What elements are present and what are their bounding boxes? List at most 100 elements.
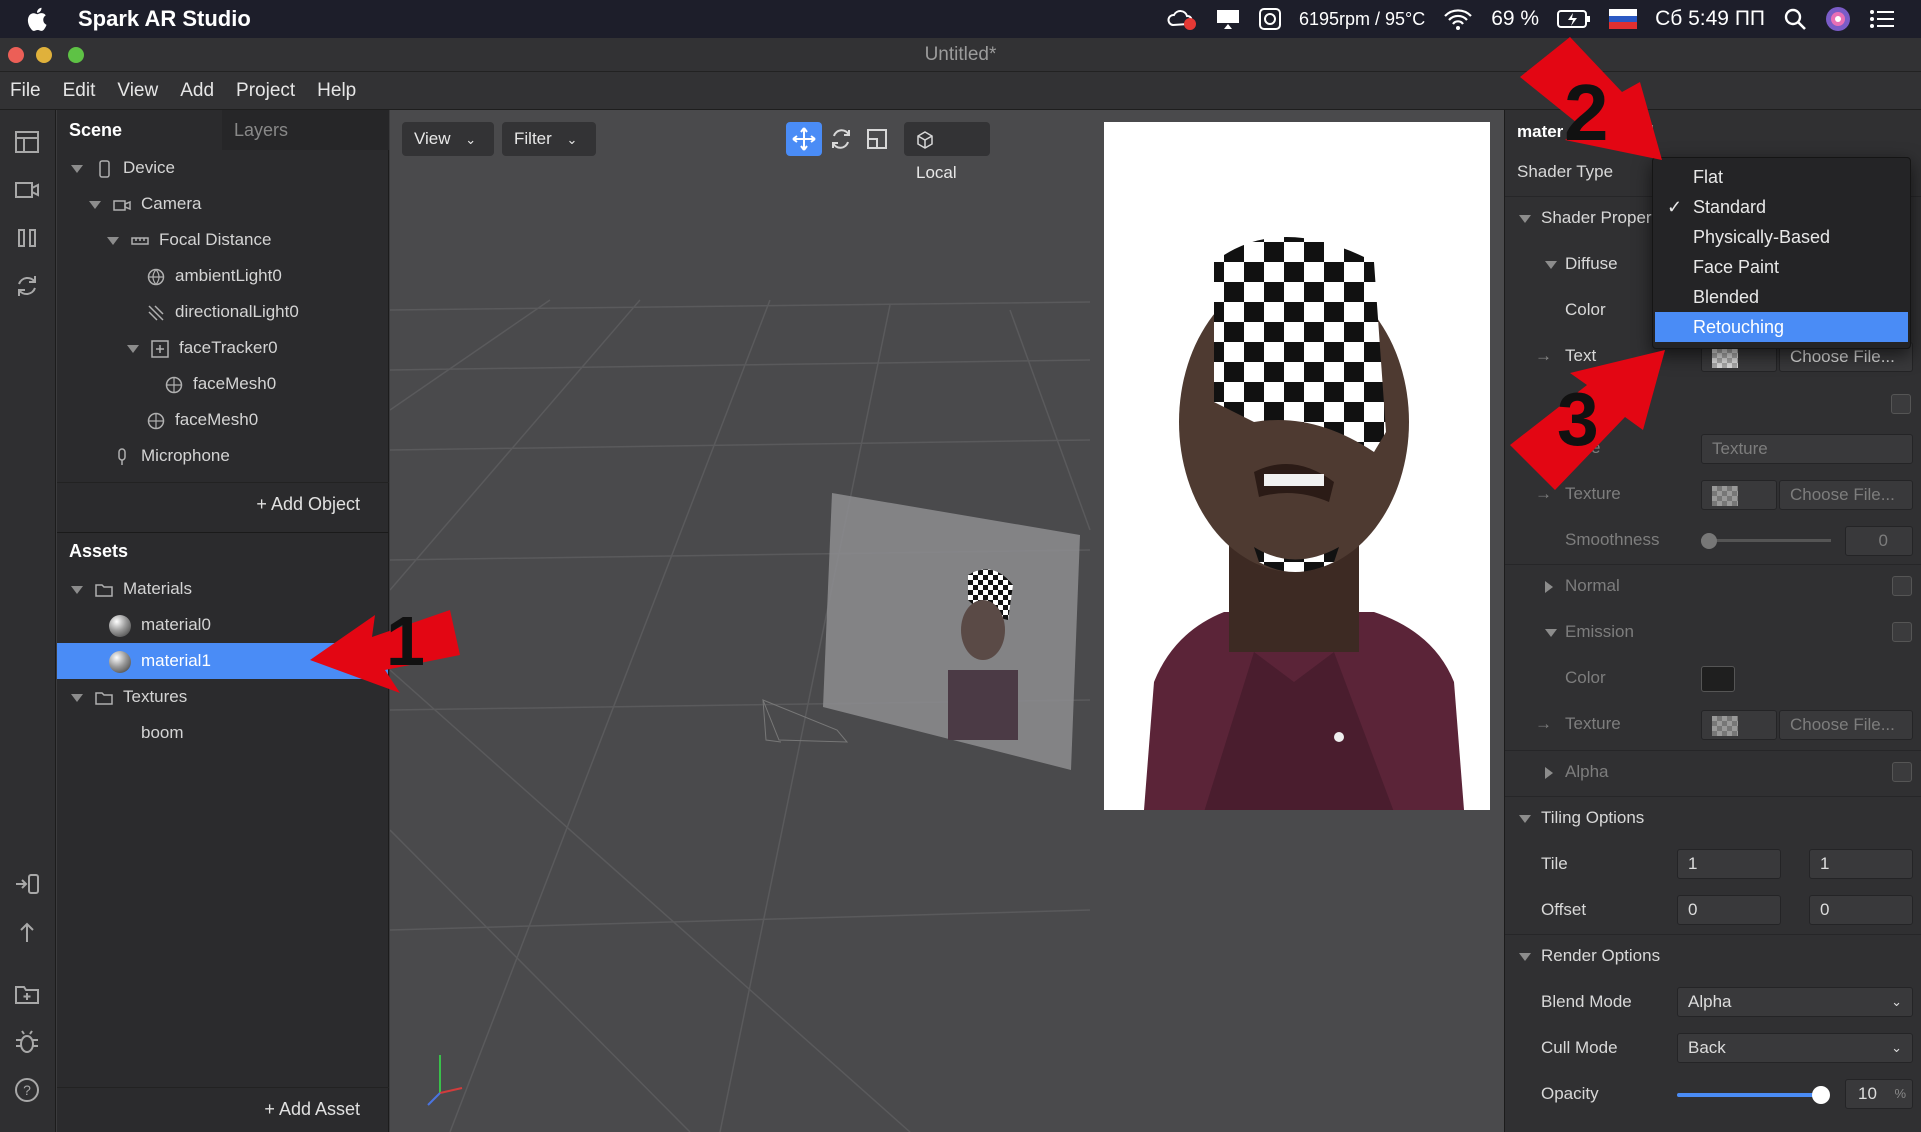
tree-item-boom[interactable]: boom (141, 715, 184, 751)
alpha-section[interactable]: Alpha (1505, 750, 1921, 794)
bug-icon[interactable] (13, 1028, 41, 1056)
collapse-triangle-icon[interactable] (107, 236, 119, 245)
normal-enable-checkbox[interactable] (1892, 576, 1912, 596)
option-retouching[interactable]: Retouching (1655, 312, 1908, 342)
normal-section[interactable]: Normal (1505, 564, 1921, 608)
siri-icon[interactable] (1825, 6, 1851, 32)
tree-item-textures-folder[interactable]: Textures (71, 679, 187, 715)
collapse-triangle-icon[interactable] (71, 585, 83, 594)
emission-section[interactable]: Emission (1505, 610, 1921, 654)
app-name[interactable]: Spark AR Studio (78, 6, 251, 32)
tab-layers[interactable]: Layers (222, 110, 389, 150)
refresh-icon[interactable] (13, 272, 41, 300)
tree-item-camera[interactable]: Camera (89, 186, 201, 222)
collapse-triangle-icon[interactable] (127, 344, 139, 353)
emission-color-swatch[interactable] (1701, 666, 1735, 692)
option-standard[interactable]: ✓ Standard (1655, 192, 1908, 222)
tab-scene[interactable]: Scene (57, 110, 222, 150)
display-icon[interactable] (1215, 8, 1241, 30)
opacity-slider[interactable] (1677, 1093, 1829, 1097)
collapse-triangle-icon[interactable] (1545, 628, 1557, 637)
expand-triangle-icon[interactable] (1545, 580, 1553, 593)
tree-item-face-tracker[interactable]: faceTracker0 (127, 330, 278, 366)
view-dropdown[interactable]: View ⌄ (402, 122, 494, 156)
offset-y-input[interactable]: 0 (1809, 895, 1913, 925)
collapse-triangle-icon[interactable] (1519, 952, 1531, 961)
collapse-triangle-icon[interactable] (1519, 214, 1531, 223)
option-physically-based[interactable]: Physically-Based (1655, 222, 1908, 252)
filter-dropdown[interactable]: Filter ⌄ (502, 122, 596, 156)
tiling-options-section[interactable]: Tiling Options (1505, 796, 1921, 840)
add-folder-icon[interactable] (13, 980, 41, 1008)
choose-file-button[interactable]: Choose File... (1779, 480, 1913, 510)
fan-icon[interactable] (1258, 8, 1281, 30)
tile-x-input[interactable]: 1 (1677, 849, 1781, 879)
option-flat[interactable]: Flat (1655, 162, 1908, 192)
offset-x-input[interactable]: 0 (1677, 895, 1781, 925)
choose-file-button[interactable]: Choose File... (1779, 710, 1913, 740)
section-enable-checkbox[interactable] (1891, 394, 1911, 414)
menu-file[interactable]: File (10, 80, 41, 102)
tree-item-face-mesh[interactable]: faceMesh0 (147, 402, 258, 438)
menu-project[interactable]: Project (236, 80, 295, 102)
tree-item-device[interactable]: Device (71, 150, 175, 186)
tree-item-microphone[interactable]: Microphone (113, 438, 230, 474)
scale-tool-button[interactable] (860, 122, 894, 156)
render-options-section[interactable]: Render Options (1505, 934, 1921, 978)
pause-icon[interactable] (13, 224, 41, 252)
collapse-triangle-icon[interactable] (71, 164, 83, 173)
video-icon[interactable] (13, 176, 41, 204)
local-space-button[interactable]: Local (904, 122, 990, 182)
wifi-icon[interactable] (1443, 8, 1473, 30)
texture-picker[interactable] (1701, 480, 1777, 510)
cull-mode-select[interactable]: Back ⌄ (1677, 1033, 1913, 1063)
notification-center-icon[interactable] (1869, 8, 1895, 30)
move-tool-button[interactable] (786, 122, 822, 156)
apple-icon[interactable] (24, 5, 52, 33)
upload-icon[interactable] (13, 918, 41, 946)
collapse-triangle-icon[interactable] (89, 200, 101, 209)
option-blended[interactable]: Blended (1655, 282, 1908, 312)
tile-y-input[interactable]: 1 (1809, 849, 1913, 879)
menu-edit[interactable]: Edit (63, 80, 96, 102)
collapse-triangle-icon[interactable] (1545, 260, 1557, 269)
tree-item-materials-folder[interactable]: Materials (71, 571, 192, 607)
menu-add[interactable]: Add (180, 80, 214, 102)
emission-enable-checkbox[interactable] (1892, 622, 1912, 642)
expand-triangle-icon[interactable] (1545, 766, 1553, 779)
add-object-button[interactable]: + Add Object (256, 494, 360, 515)
device-preview[interactable] (1104, 122, 1490, 810)
tree-item-ambient-light[interactable]: ambientLight0 (147, 258, 282, 294)
material-sphere-icon (109, 650, 131, 673)
slider-thumb[interactable] (1701, 533, 1717, 549)
menu-view[interactable]: View (117, 80, 158, 102)
slider-thumb[interactable] (1812, 1086, 1831, 1104)
russian-flag-icon[interactable] (1609, 9, 1638, 29)
add-asset-button[interactable]: + Add Asset (264, 1099, 360, 1120)
link-arrow-icon[interactable]: → (1535, 714, 1552, 734)
send-to-device-icon[interactable] (13, 870, 41, 898)
tree-item-focal-distance[interactable]: Focal Distance (107, 222, 271, 258)
cloud-sync-icon[interactable] (1167, 7, 1197, 31)
collapse-triangle-icon[interactable] (71, 693, 83, 702)
menu-help[interactable]: Help (317, 80, 356, 102)
smoothness-slider[interactable] (1701, 539, 1831, 542)
spotlight-search-icon[interactable] (1783, 7, 1807, 31)
rotate-tool-button[interactable] (824, 122, 858, 156)
opacity-value-input[interactable]: 10% (1845, 1079, 1913, 1109)
smoothness-value[interactable]: 0 (1845, 526, 1913, 556)
collapse-triangle-icon[interactable] (1519, 814, 1531, 823)
battery-icon[interactable] (1557, 9, 1591, 29)
texture-picker[interactable] (1701, 710, 1777, 740)
clock[interactable]: Сб 5:49 ПП (1655, 7, 1765, 31)
blend-mode-select[interactable]: Alpha ⌄ (1677, 987, 1913, 1017)
tree-item-face-mesh-child[interactable]: faceMesh0 (165, 366, 276, 402)
tree-item-directional-light[interactable]: directionalLight0 (147, 294, 299, 330)
alpha-enable-checkbox[interactable] (1892, 762, 1912, 782)
help-icon[interactable]: ? (13, 1076, 41, 1104)
tree-item-material0[interactable]: material0 (109, 607, 211, 643)
scene-tabs: Scene Layers (57, 110, 389, 150)
layout-icon[interactable] (13, 128, 41, 156)
texture-type-select[interactable]: Texture (1701, 434, 1913, 464)
option-face-paint[interactable]: Face Paint (1655, 252, 1908, 282)
